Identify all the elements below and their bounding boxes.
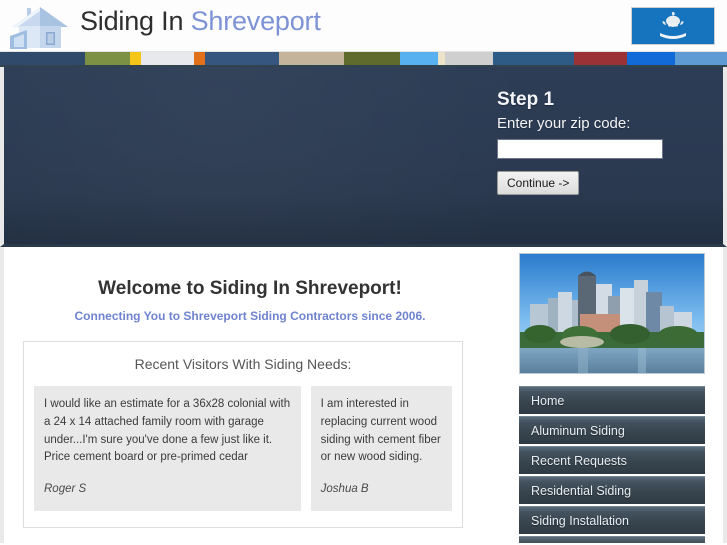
site-title-accent: Shreveport xyxy=(190,6,321,36)
sidebar-item-aluminum-siding[interactable]: Aluminum Siding xyxy=(519,416,705,444)
main-content: Welcome to Siding In Shreveport! Connect… xyxy=(0,247,727,543)
stripe-segment-5 xyxy=(204,52,280,65)
stripe-segment-0 xyxy=(0,52,86,65)
visitor-quote: I am interested in replacing current woo… xyxy=(310,386,452,512)
visitor-quote-text: I would like an estimate for a 36x28 col… xyxy=(44,398,291,464)
stripe-segment-7 xyxy=(343,52,401,65)
stripe-segment-3 xyxy=(140,52,194,65)
sidebar-item-recent-requests[interactable]: Recent Requests xyxy=(519,446,705,474)
stripe-segment-8 xyxy=(400,52,439,65)
visitor-quote: I would like an estimate for a 36x28 col… xyxy=(34,386,301,512)
stripe-segment-11 xyxy=(493,52,574,65)
stripe-segment-10 xyxy=(445,52,494,65)
recent-visitors-title: Recent Visitors With Siding Needs: xyxy=(134,356,352,372)
sidebar-item-siding-replacement[interactable]: Siding Replacement xyxy=(519,536,705,543)
zip-code-label: Enter your zip code: xyxy=(497,115,631,132)
shreveport-skyline-photo xyxy=(519,253,705,374)
content-column: Welcome to Siding In Shreveport! Connect… xyxy=(20,247,490,543)
site-header: Siding In Shreveport xyxy=(0,0,727,52)
sidebar-item-residential-siding[interactable]: Residential Siding xyxy=(519,476,705,504)
page-title: Welcome to Siding In Shreveport! xyxy=(98,278,402,299)
quotes-row: I would like an estimate for a 36x28 col… xyxy=(34,386,452,512)
stripe-segment-9 xyxy=(438,52,446,65)
stripe-segment-4 xyxy=(193,52,205,65)
color-stripe-band xyxy=(0,52,727,67)
visitor-quote-text: I am interested in replacing current woo… xyxy=(320,398,441,464)
visitor-quote-name: Joshua B xyxy=(320,483,369,496)
continue-button[interactable]: Continue -> xyxy=(497,171,580,195)
stripe-segment-14 xyxy=(675,52,727,65)
hero-banner: Step 1 Enter your zip code: Continue -> xyxy=(0,67,727,247)
site-title: Siding In Shreveport xyxy=(80,6,321,37)
house-icon xyxy=(6,2,74,50)
louisiana-state-flag-icon xyxy=(631,7,715,45)
sidebar: Home Aluminum Siding Recent Requests Res… xyxy=(519,247,705,543)
sidebar-nav: Home Aluminum Siding Recent Requests Res… xyxy=(519,386,705,543)
page-subtitle: Connecting You to Shreveport Siding Cont… xyxy=(74,309,426,323)
step-title: Step 1 xyxy=(497,89,555,110)
visitor-quote-name: Roger S xyxy=(44,483,87,496)
site-title-primary: Siding In xyxy=(80,6,191,36)
sidebar-item-home[interactable]: Home xyxy=(519,386,705,414)
recent-visitors-panel: Recent Visitors With Siding Needs: I wou… xyxy=(23,341,463,529)
stripe-segment-13 xyxy=(626,52,676,65)
zip-code-input[interactable] xyxy=(497,139,663,159)
sidebar-item-siding-installation[interactable]: Siding Installation xyxy=(519,506,705,534)
zip-step-form: Step 1 Enter your zip code: Continue -> xyxy=(497,89,697,195)
stripe-segment-1 xyxy=(85,52,130,65)
stripe-segment-2 xyxy=(129,52,141,65)
stripe-segment-12 xyxy=(573,52,627,65)
page-root: Siding In Shreveport Step 1 Enter your z… xyxy=(0,0,727,545)
stripe-segment-6 xyxy=(279,52,344,65)
